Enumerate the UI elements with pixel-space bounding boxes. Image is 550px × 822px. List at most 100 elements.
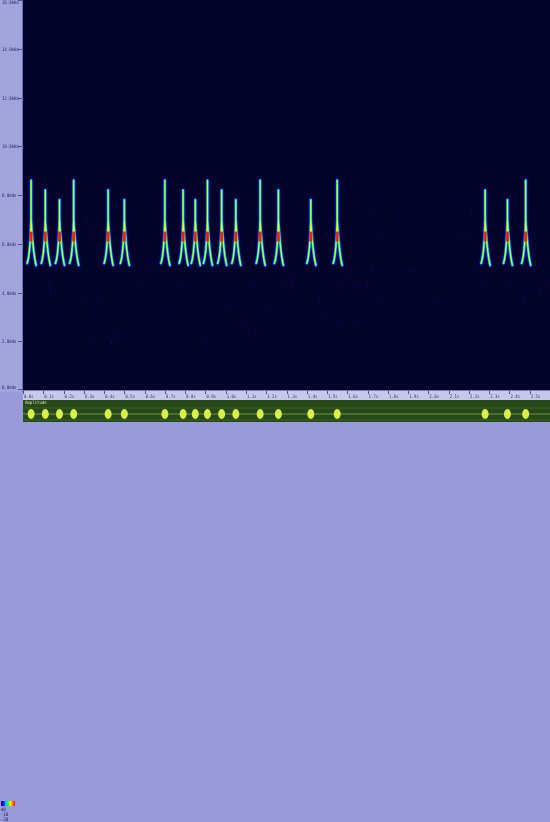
waveform-burst [70,409,78,419]
noise-speck [264,307,266,310]
waveform-burst [41,409,49,419]
noise-speck [90,234,92,239]
noise-speck [326,231,328,235]
noise-speck [397,242,399,244]
noise-speck [50,287,52,290]
noise-speck [212,304,214,307]
noise-speck [305,300,307,303]
noise-speck [36,290,37,294]
frequency-tick-mark [18,341,22,343]
noise-speck [366,284,368,288]
noise-speck [115,333,117,338]
noise-speck [255,330,256,335]
noise-speck [434,239,436,242]
call-syllable [188,197,203,268]
noise-speck [111,335,113,337]
noise-speck [490,202,492,205]
waveform-burst [333,409,341,419]
noise-speck [356,319,358,324]
waveform-view[interactable]: Amplitude [23,400,550,422]
noise-speck [306,219,308,224]
frequency-tick-mark [18,0,22,1]
noise-speck [492,243,494,246]
noise-speck [268,304,269,308]
noise-speck [305,217,307,220]
noise-speck [377,318,379,321]
noise-speck [177,323,179,325]
time-tick-label: 2.2s [469,394,480,399]
noise-speck [95,303,97,307]
noise-speck [243,324,245,328]
call-syllable [253,177,268,268]
noise-speck [289,230,291,233]
noise-speck [446,281,447,283]
noise-speck [86,295,88,299]
noise-speck [538,287,540,291]
noise-speck [369,330,371,333]
noise-speck [140,290,142,292]
time-tick-label: 1.9s [409,394,419,399]
noise-speck [77,274,79,279]
waveform-burst [161,409,169,419]
noise-speck [249,331,251,333]
noise-speck [411,269,413,274]
noise-speck [111,340,113,345]
noise-speck [82,293,84,295]
call-syllable [304,197,319,268]
noise-speck [351,304,352,307]
call-syllable [478,187,493,268]
noise-speck [356,283,358,287]
noise-speck [409,205,411,207]
noise-speck [291,280,293,285]
noise-speck [301,279,303,281]
waveform-burst [503,409,511,419]
noise-speck [63,212,65,214]
noise-speck [283,333,285,336]
noise-speck [249,206,251,209]
noise-speck [150,264,152,268]
waveform-burst [481,409,489,419]
time-tick-label: 1.1s [246,394,257,399]
noise-speck [236,308,238,311]
noise-speck [206,338,208,341]
noise-speck [318,298,320,302]
noise-speck [440,337,442,341]
call-syllable [158,177,173,268]
noise-speck [232,301,234,305]
noise-speck [409,269,410,271]
frequency-tick-label: 2.0kHz [2,339,17,345]
time-tick-label: 0.8s [186,394,196,399]
noise-speck [315,337,317,340]
waveform-burst [191,409,199,419]
color-scale-legend [1,801,15,806]
waveform-burst [55,409,63,419]
waveform-burst [104,409,112,419]
noise-speck [181,284,183,289]
noise-speck [266,318,268,321]
noise-speck [333,281,335,284]
noise-speck [202,325,204,329]
noise-speck [535,329,537,333]
noise-speck [33,295,35,299]
noise-speck [477,258,479,260]
call-syllable [500,197,515,268]
time-tick-label: 1.6s [348,394,358,399]
noise-speck [349,326,351,328]
spectrogram-view[interactable] [23,0,550,390]
frequency-tick-label: 14.0kHz [2,46,19,52]
noise-speck [394,339,396,341]
noise-speck [332,244,334,248]
waveform-canvas [23,407,550,421]
time-tick-label: 1.3s [287,394,298,399]
noise-speck [409,317,411,320]
noise-speck [23,270,25,273]
call-syllable [38,187,53,268]
noise-speck [278,304,280,307]
noise-speck [274,198,276,202]
noise-speck [293,208,295,213]
noise-speck [101,316,103,319]
noise-speck [265,205,267,209]
noise-speck [263,213,265,217]
noise-speck [394,262,396,265]
noise-speck [437,300,439,304]
